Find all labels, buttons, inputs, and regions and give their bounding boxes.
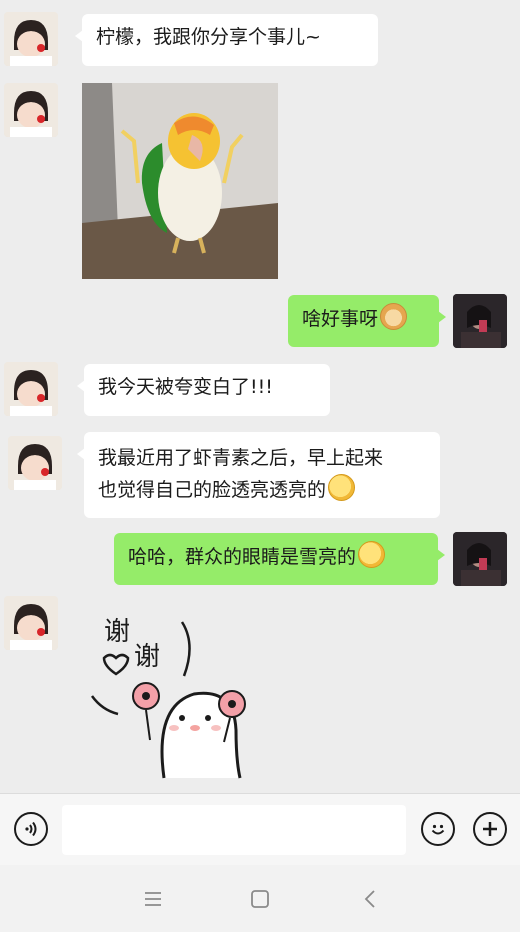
menu-icon (145, 892, 161, 906)
message-bubble[interactable]: 我最近用了虾青素之后，早上起来 也觉得自己的脸透亮透亮的 (77, 432, 440, 518)
parrot-image (82, 83, 278, 279)
home-button[interactable] (248, 887, 272, 911)
more-button[interactable] (473, 812, 507, 846)
message-input[interactable] (62, 805, 406, 855)
message-text: 啥好事呀 (302, 308, 379, 330)
back-chevron-icon (364, 890, 375, 908)
menu-button[interactable] (141, 887, 165, 911)
ok-hand-emoji-icon (328, 474, 356, 501)
system-nav-bar (0, 865, 520, 932)
back-button[interactable] (358, 887, 382, 911)
message-input-bar (0, 793, 520, 865)
sticker-caption-1: 谢 (104, 617, 130, 647)
home-square-icon (251, 890, 269, 908)
message-bubble[interactable]: 啥好事呀 (288, 295, 446, 347)
contact-avatar[interactable] (4, 83, 58, 137)
plus-icon (483, 822, 497, 836)
selfie-avatar-icon (453, 532, 507, 586)
doge-emoji-icon (380, 303, 408, 330)
message-bubble[interactable]: 我今天被夸变白了!!! (77, 364, 330, 416)
image-message[interactable] (82, 83, 278, 279)
contact-avatar[interactable] (4, 12, 58, 66)
message-text: 柠檬，我跟你分享个事儿~ (96, 26, 321, 48)
smiley-icon (431, 824, 445, 835)
message-text: 我今天被夸变白了!!! (98, 376, 273, 398)
girl-avatar-icon (4, 83, 58, 137)
message-text-line: 我最近用了虾青素之后，早上起来 (98, 447, 384, 469)
voice-icon (25, 821, 37, 837)
message-text-line: 也觉得自己的脸透亮透亮的 (98, 479, 327, 501)
message-text: 哈哈，群众的眼睛是雪亮的 (128, 546, 357, 568)
contact-avatar[interactable] (4, 362, 58, 416)
voice-button[interactable] (14, 812, 48, 846)
message-bubble[interactable]: 柠檬，我跟你分享个事儿~ (75, 14, 378, 66)
girl-avatar-icon (4, 362, 58, 416)
girl-avatar-icon (4, 12, 58, 66)
contact-avatar[interactable] (8, 436, 62, 490)
my-avatar[interactable] (453, 532, 507, 586)
sticker-caption-2: 谢 (134, 642, 160, 672)
emoji-button[interactable] (421, 812, 455, 846)
selfie-avatar-icon (453, 294, 507, 348)
message-bubble[interactable]: 哈哈，群众的眼睛是雪亮的 (114, 533, 445, 585)
chat-area[interactable]: 柠檬，我跟你分享个事儿~ 啥好事呀 我今天被夸变白了!!! 我最近用了虾青素之后… (0, 0, 520, 793)
contact-avatar[interactable] (4, 596, 58, 650)
girl-avatar-icon (8, 436, 62, 490)
thanks-bear-sticker: 谢 谢 (90, 617, 246, 779)
girl-avatar-icon (4, 596, 58, 650)
my-avatar[interactable] (453, 294, 507, 348)
ok-hand-emoji-icon (358, 541, 386, 568)
sticker-message[interactable]: 谢 谢 (84, 610, 264, 780)
